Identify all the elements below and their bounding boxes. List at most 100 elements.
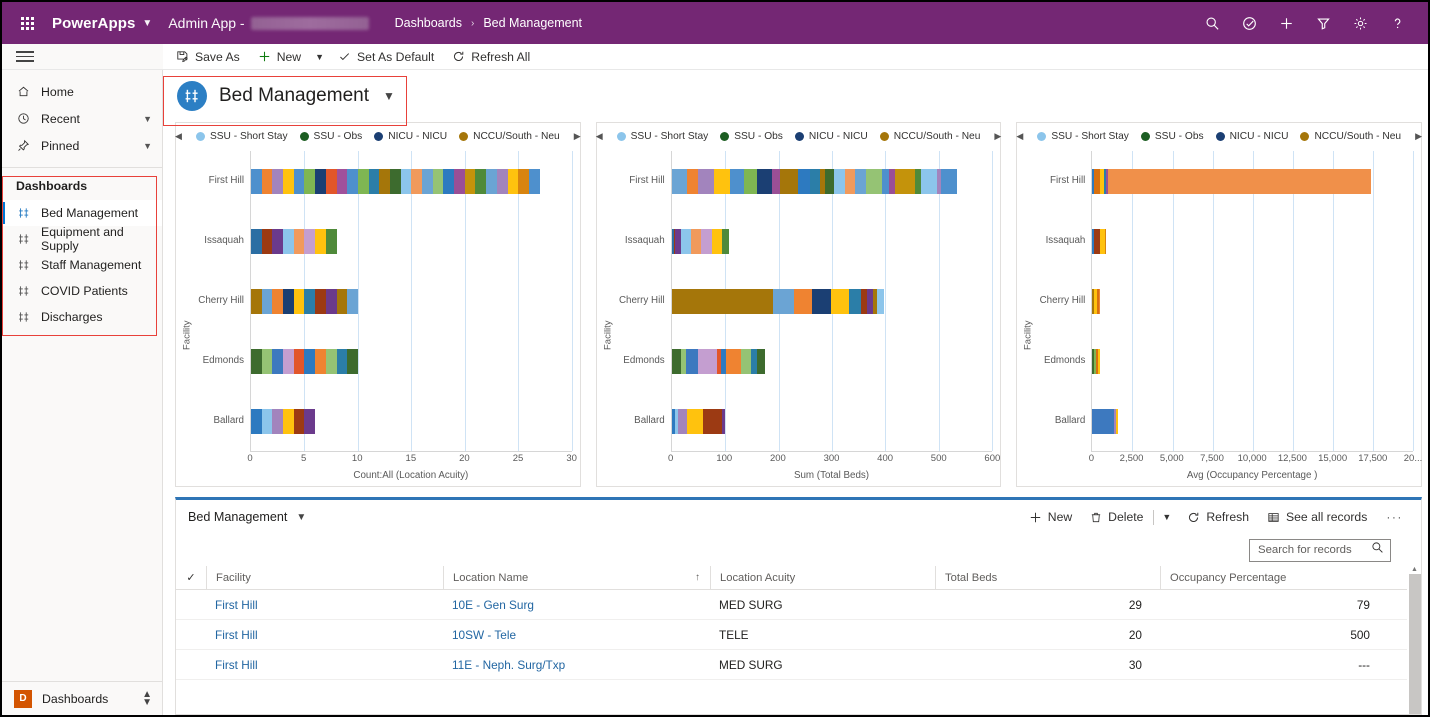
- legend-item[interactable]: NCCU/South - Neu: [1300, 131, 1401, 142]
- sidebar-item-covid-patients[interactable]: COVID Patients: [2, 278, 162, 304]
- chart-bar-segment[interactable]: [773, 288, 794, 314]
- help-icon[interactable]: [1380, 6, 1414, 40]
- chart-bar-segment[interactable]: [261, 168, 273, 194]
- table-column-header[interactable]: Facility: [206, 566, 443, 589]
- chart-bar-segment[interactable]: [293, 348, 305, 374]
- chart-bar-segment[interactable]: [486, 168, 497, 194]
- chart-bar-segment[interactable]: [400, 168, 412, 194]
- chart-bar-segment[interactable]: [272, 168, 284, 194]
- row-checkbox[interactable]: [176, 650, 206, 679]
- legend-item[interactable]: NCCU/South - Neu: [879, 131, 980, 142]
- legend-item[interactable]: SSU - Obs: [1140, 131, 1204, 142]
- grid-vertical-scrollbar[interactable]: ▲: [1407, 566, 1421, 714]
- hamburger-menu-icon[interactable]: [16, 48, 34, 64]
- chart-bar[interactable]: [1092, 348, 1100, 374]
- legend-item[interactable]: SSU - Obs: [299, 131, 362, 142]
- scroll-up-icon[interactable]: ▲: [1411, 566, 1418, 574]
- chart-bar-segment[interactable]: [702, 408, 722, 434]
- chart-bar-segment[interactable]: [793, 288, 812, 314]
- chart-bar-segment[interactable]: [1104, 228, 1106, 254]
- chart-bar-segment[interactable]: [507, 168, 519, 194]
- chart-bar-segment[interactable]: [756, 168, 772, 194]
- legend-item[interactable]: SSU - Short Stay: [616, 131, 708, 142]
- chart-bar-segment[interactable]: [528, 168, 540, 194]
- chart-bar-segment[interactable]: [379, 168, 390, 194]
- grid-new-button[interactable]: New: [1020, 506, 1081, 528]
- chart-bar-segment[interactable]: [315, 168, 326, 194]
- chart-bar-segment[interactable]: [283, 168, 294, 194]
- chart-bar-segment[interactable]: [687, 168, 698, 194]
- chart-bar-segment[interactable]: [798, 168, 811, 194]
- legend-prev-arrow-icon[interactable]: ◀: [1014, 131, 1025, 142]
- chart-bar-segment[interactable]: [325, 228, 337, 254]
- chart-bar-segment[interactable]: [780, 168, 799, 194]
- scrollbar-thumb[interactable]: [1408, 574, 1421, 714]
- chart-bar[interactable]: [251, 288, 358, 314]
- chart-bar-segment[interactable]: [325, 348, 337, 374]
- chart-bar-segment[interactable]: [722, 228, 729, 254]
- chart-bar-segment[interactable]: [877, 288, 884, 314]
- chart-bar-segment[interactable]: [293, 168, 305, 194]
- chart-bar-segment[interactable]: [261, 408, 273, 434]
- legend-item[interactable]: NICU - NICU: [374, 131, 447, 142]
- chart-bar-segment[interactable]: [454, 168, 465, 194]
- chart-bar-segment[interactable]: [833, 168, 846, 194]
- gear-icon[interactable]: [1343, 6, 1377, 40]
- assistant-icon[interactable]: [1232, 6, 1266, 40]
- chart-bar-segment[interactable]: [824, 168, 834, 194]
- chart-bar[interactable]: [671, 168, 958, 194]
- chart-bar-segment[interactable]: [810, 168, 820, 194]
- chart-bar-segment[interactable]: [357, 168, 369, 194]
- select-all-checkbox[interactable]: ✓: [176, 566, 206, 589]
- save-as-button[interactable]: Save As: [167, 47, 249, 67]
- chart-bar-segment[interactable]: [1116, 408, 1119, 434]
- table-row[interactable]: First Hill 10SW - Tele TELE 20 500: [176, 620, 1407, 650]
- chart-bar-segment[interactable]: [921, 168, 938, 194]
- chart-bar-segment[interactable]: [1098, 348, 1100, 374]
- chart-bar-segment[interactable]: [272, 288, 284, 314]
- legend-next-arrow-icon[interactable]: ▶: [992, 131, 1003, 142]
- legend-item[interactable]: NICU - NICU: [794, 131, 868, 142]
- sidebar-item-discharges[interactable]: Discharges: [2, 304, 162, 330]
- chart-bar-segment[interactable]: [464, 168, 476, 194]
- set-as-default-button[interactable]: Set As Default: [329, 47, 443, 67]
- chart-bar[interactable]: [671, 288, 884, 314]
- chart-bar-segment[interactable]: [261, 288, 273, 314]
- search-input[interactable]: [1258, 544, 1371, 556]
- chart-bar-segment[interactable]: [304, 168, 316, 194]
- chart-bar-segment[interactable]: [251, 168, 262, 194]
- search-icon[interactable]: [1195, 6, 1229, 40]
- chart-bar-segment[interactable]: [881, 168, 890, 194]
- pinned-chevron-down-icon[interactable]: ▼: [143, 141, 152, 151]
- chart-bar-segment[interactable]: [743, 168, 757, 194]
- filter-icon[interactable]: [1306, 6, 1340, 40]
- search-box[interactable]: [1249, 538, 1391, 562]
- chart-bar-segment[interactable]: [336, 288, 348, 314]
- grid-overflow-menu-button[interactable]: ···: [1376, 506, 1413, 528]
- chart-bar-segment[interactable]: [347, 348, 358, 374]
- sidebar-area-switcher[interactable]: D Dashboards ▲ ▼: [2, 681, 162, 715]
- chart-bar-segment[interactable]: [845, 168, 855, 194]
- chart-bar-segment[interactable]: [347, 168, 358, 194]
- chart-bar-segment[interactable]: [711, 228, 723, 254]
- chart-bar[interactable]: [251, 408, 316, 434]
- cell-facility[interactable]: First Hill: [206, 590, 443, 619]
- dashboard-selector-chevron-icon[interactable]: ▼: [383, 89, 395, 103]
- chart-bar-segment[interactable]: [304, 408, 316, 434]
- breadcrumb-item-dashboards[interactable]: Dashboards: [395, 16, 462, 30]
- chart-bar-segment[interactable]: [475, 168, 487, 194]
- chart-bar-segment[interactable]: [411, 168, 422, 194]
- chart-bar-segment[interactable]: [304, 348, 316, 374]
- chart-bar-segment[interactable]: [293, 408, 305, 434]
- chart-bar-segment[interactable]: [283, 288, 294, 314]
- chart-bar-segment[interactable]: [729, 168, 744, 194]
- sidebar-item-recent[interactable]: Recent ▼: [2, 105, 162, 132]
- sidebar-item-bed-management[interactable]: Bed Management: [2, 200, 162, 226]
- legend-item[interactable]: SSU - Short Stay: [195, 131, 288, 142]
- up-down-chevron-icon[interactable]: ▲ ▼: [142, 689, 152, 707]
- chart-bar[interactable]: [1092, 288, 1100, 314]
- chart-bar[interactable]: [251, 228, 337, 254]
- legend-item[interactable]: NCCU/South - Neu: [459, 131, 560, 142]
- chart-bar[interactable]: [1092, 408, 1119, 434]
- chart-bar-segment[interactable]: [336, 168, 348, 194]
